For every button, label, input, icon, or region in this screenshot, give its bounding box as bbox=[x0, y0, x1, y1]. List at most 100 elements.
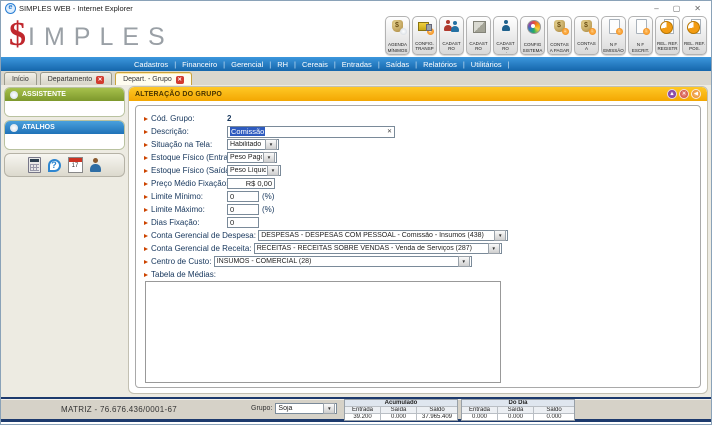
menu-cereais[interactable]: Cereais bbox=[299, 60, 339, 69]
chevron-down-icon: ▼ bbox=[323, 403, 335, 414]
field-row-limite-minimo: Limite Mínimo: (%) bbox=[144, 190, 692, 203]
title-bar: e SIMPLES WEB - Internet Explorer – ▢ ✕ bbox=[1, 1, 711, 15]
user-icon bbox=[498, 19, 514, 34]
toolbar-button-contas-a-receber[interactable]: ↑ CONTAS A RECEBER bbox=[574, 16, 599, 55]
money-bag-up-icon: ↑ bbox=[579, 19, 595, 34]
toolbar-button-config-transporte[interactable]: ● CONFIG. TRANSPORTE ESCOL. bbox=[412, 16, 437, 55]
document-icon: ↑ bbox=[633, 19, 649, 34]
tab-inicio[interactable]: Início bbox=[4, 72, 37, 86]
menu-rh[interactable]: RH bbox=[274, 60, 299, 69]
help-icon[interactable]: ? bbox=[48, 159, 61, 172]
user-profile-icon[interactable] bbox=[90, 158, 102, 173]
main-menu-bar: Cadastros Financeiro Gerencial RH Cereai… bbox=[1, 57, 711, 71]
field-row-conta-receita: Conta Gerencial de Receita: RECEITAS - R… bbox=[144, 242, 692, 255]
atalhos-header[interactable]: ATALHOS bbox=[5, 121, 124, 134]
minimize-button[interactable]: – bbox=[654, 4, 658, 14]
situacao-select[interactable]: Habilitado ▼ bbox=[227, 139, 279, 150]
field-bullet-icon bbox=[144, 117, 148, 121]
field-bullet-icon bbox=[144, 195, 148, 199]
sidebar: ASSISTENTE ATALHOS ? 17 bbox=[1, 85, 127, 397]
panel-close-button[interactable]: ✕ bbox=[679, 89, 689, 99]
tab-close-icon[interactable]: ✕ bbox=[96, 76, 104, 84]
field-bullet-icon bbox=[144, 273, 148, 277]
tabela-medias-textarea[interactable] bbox=[145, 281, 501, 383]
selected-text: Comissão bbox=[230, 127, 265, 136]
field-row-situacao: Situação na Tela: Habilitado ▼ bbox=[144, 138, 692, 151]
calculator-icon[interactable] bbox=[28, 157, 41, 173]
menu-financeiro[interactable]: Financeiro bbox=[179, 60, 228, 69]
window-title: SIMPLES WEB - Internet Explorer bbox=[19, 4, 133, 13]
conta-despesa-select[interactable]: DESPESAS - DESPESAS COM PESSOAL - Comiss… bbox=[258, 230, 508, 241]
table-title: Acumulado bbox=[345, 400, 457, 407]
dias-fixacao-input[interactable] bbox=[227, 217, 259, 228]
chevron-down-icon: ▼ bbox=[494, 230, 506, 241]
app-header: $ IMPLES AGENDA MÍNIMOS ● CONFIG. TRANSP… bbox=[1, 15, 711, 57]
toolbar-button-cadastro-pessoa[interactable]: CADASTRO PESSOA bbox=[439, 16, 464, 55]
field-row-tabela-medias-label: Tabela de Médias: bbox=[144, 268, 692, 281]
field-bullet-icon bbox=[144, 169, 148, 173]
tab-departamento[interactable]: Departamento ✕ bbox=[40, 72, 112, 86]
menu-cadastros[interactable]: Cadastros bbox=[131, 60, 179, 69]
package-icon bbox=[471, 19, 487, 34]
toolbar-button-agenda-minimos[interactable]: AGENDA MÍNIMOS bbox=[385, 16, 410, 55]
maximize-button[interactable]: ▢ bbox=[673, 4, 681, 14]
tab-close-icon[interactable]: ✕ bbox=[176, 76, 184, 84]
toolbar-button-nf-emissao[interactable]: ↑ N F EMISSÃO bbox=[601, 16, 626, 55]
field-row-descricao: Descrição: Comissão ✕ bbox=[144, 125, 692, 138]
toolbar-button-rel-registro-inventario[interactable]: REL. REF. REGISTRO INVENTÁRIO bbox=[655, 16, 680, 55]
pie-chart-icon bbox=[687, 19, 703, 34]
bullet-circle-icon bbox=[10, 124, 18, 132]
panel-back-button[interactable]: ◀ bbox=[691, 89, 701, 99]
toolbar-button-contas-a-pagar[interactable]: ↓ CONTAS A PAGAR bbox=[547, 16, 572, 55]
toolbar-button-rel-pos-estoque[interactable]: REL. REF. POS. ESTOQUE bbox=[682, 16, 707, 55]
field-bullet-icon bbox=[144, 221, 148, 225]
money-bag-clock-icon bbox=[390, 19, 406, 34]
money-bag-down-icon: ↓ bbox=[552, 19, 568, 34]
menu-utilitarios[interactable]: Utilitários bbox=[468, 60, 513, 69]
do-dia-saldo-value: 0.000 bbox=[534, 414, 574, 420]
dollar-logo-glyph: $ bbox=[9, 17, 26, 53]
panel-up-button[interactable]: ▲ bbox=[667, 89, 677, 99]
assistente-panel: ASSISTENTE bbox=[4, 87, 125, 117]
menu-gerencial[interactable]: Gerencial bbox=[228, 60, 274, 69]
descricao-input[interactable]: Comissão ✕ bbox=[227, 126, 395, 138]
menu-relatorios[interactable]: Relatórios bbox=[420, 60, 468, 69]
content-area: ASSISTENTE ATALHOS ? 17 ALTERAÇÃO bbox=[1, 85, 711, 397]
conta-receita-select[interactable]: RECEITAS - RECEITAS SOBRE VENDAS - Venda… bbox=[254, 243, 502, 254]
field-bullet-icon bbox=[144, 182, 148, 186]
calendar-icon[interactable]: 17 bbox=[68, 157, 83, 173]
centro-custo-select[interactable]: INSUMOS - COMERCIAL (28) ▼ bbox=[214, 256, 472, 267]
chevron-down-icon: ▼ bbox=[458, 256, 470, 267]
toolbar-button-cadastro-usuarios[interactable]: CADASTRO USUÁRIOS bbox=[493, 16, 518, 55]
menu-entradas[interactable]: Entradas bbox=[339, 60, 383, 69]
toolbar-button-nf-escrit[interactable]: ↑ N F ESCRIT. bbox=[628, 16, 653, 55]
close-button[interactable]: ✕ bbox=[694, 4, 701, 14]
estoque-saida-select[interactable]: Peso Líquido ▼ bbox=[227, 165, 281, 176]
clear-field-icon[interactable]: ✕ bbox=[387, 128, 392, 135]
do-dia-table: Do Dia Entrada Saída Saldo 0.000 0.000 0… bbox=[461, 399, 575, 421]
field-bullet-icon bbox=[144, 156, 148, 160]
tab-depart-grupo[interactable]: Depart. - Grupo ✕ bbox=[115, 72, 192, 86]
assistente-header[interactable]: ASSISTENTE bbox=[5, 88, 124, 101]
limite-minimo-input[interactable] bbox=[227, 191, 259, 202]
table-title: Do Dia bbox=[462, 400, 574, 407]
palette-icon bbox=[525, 19, 541, 34]
limite-maximo-input[interactable] bbox=[227, 204, 259, 215]
field-bullet-icon bbox=[144, 143, 148, 147]
field-bullet-icon bbox=[144, 234, 148, 238]
quick-access-toolbar: AGENDA MÍNIMOS ● CONFIG. TRANSPORTE ESCO… bbox=[385, 16, 707, 55]
preco-medio-input[interactable] bbox=[227, 178, 275, 189]
estoque-entrada-select[interactable]: Peso Pago ▼ bbox=[227, 152, 277, 163]
acumulado-saida-value: 0.000 bbox=[381, 414, 417, 420]
field-bullet-icon bbox=[144, 208, 148, 212]
field-bullet-icon bbox=[144, 130, 148, 134]
do-dia-entrada-value: 0.000 bbox=[462, 414, 498, 420]
toolbar-button-config-sistema[interactable]: CONFIG SISTEMA bbox=[520, 16, 545, 55]
document-icon: ↑ bbox=[606, 19, 622, 34]
menu-saidas[interactable]: Saídas bbox=[383, 60, 420, 69]
toolbar-button-cadastro-produtos[interactable]: CADASTRO PRODUTOS bbox=[466, 16, 491, 55]
grupo-select[interactable]: Soja ▼ bbox=[275, 403, 337, 414]
truck-icon: ● bbox=[417, 19, 433, 34]
field-row-centro-custo: Centro de Custo: INSUMOS - COMERCIAL (28… bbox=[144, 255, 692, 268]
main-panel: ALTERAÇÃO DO GRUPO ▲ ✕ ◀ Cód. Grupo: 2 D… bbox=[128, 86, 708, 394]
